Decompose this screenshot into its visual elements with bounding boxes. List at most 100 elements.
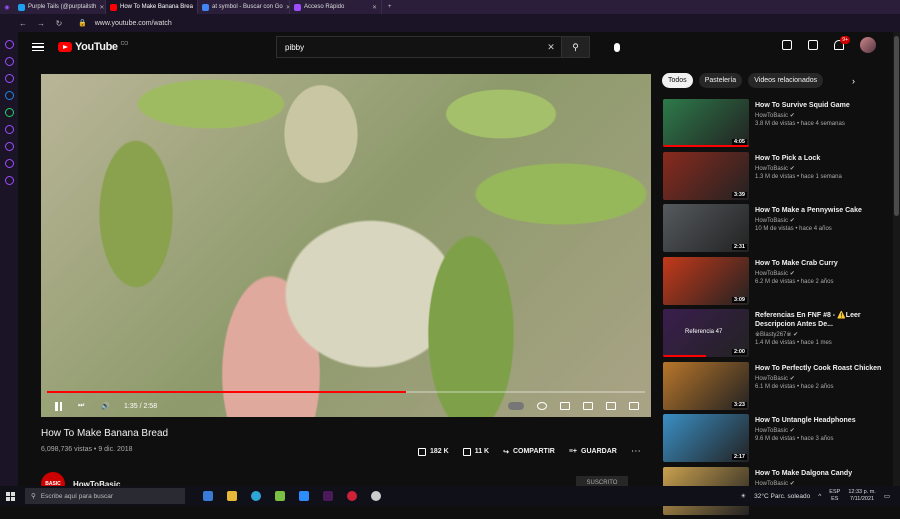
search-input[interactable]: pibby	[277, 43, 541, 52]
miniplayer-icon[interactable]	[560, 402, 570, 410]
close-tab-icon[interactable]: ✕	[372, 4, 377, 11]
speed-dial-icon[interactable]	[5, 40, 14, 49]
like-button[interactable]: 182 K	[418, 448, 449, 456]
recommendation-item[interactable]: 3:09 How To Make Crab Curry HowToBasic ✔ 6.…	[663, 257, 893, 310]
windows-start-icon[interactable]	[6, 492, 15, 501]
extensions-icon[interactable]	[5, 159, 14, 168]
page-scrollbar[interactable]	[893, 32, 900, 486]
language-indicator[interactable]: ESPES	[829, 489, 840, 503]
tray-chevron-icon[interactable]: ^	[818, 493, 821, 500]
player-icon[interactable]	[5, 125, 14, 134]
video-player[interactable]: ⏭ 🔊 1:35 / 2:58	[41, 74, 651, 417]
opera-gx-icon[interactable]	[347, 491, 357, 501]
recommendation-title[interactable]: Referencias En FNF #8 - ⚠️Leer Descripci…	[755, 311, 893, 329]
recommendation-item[interactable]: 3:39How To Pick a LockHowToBasic ✔1.3 M …	[663, 152, 893, 205]
recommendation-item[interactable]: 3:23 How To Perfectly Cook Roast Chicken H…	[663, 362, 893, 415]
upload-icon[interactable]	[782, 40, 792, 50]
browser-tab[interactable]: Purple Tails (@purptailsth✕	[14, 0, 106, 14]
recommendation-channel[interactable]: HowToBasic ✔	[755, 427, 856, 434]
video-progress-bar[interactable]	[47, 391, 645, 393]
weather-text[interactable]: 32°C Parc. soleado	[754, 493, 810, 500]
forward-icon[interactable]: →	[36, 19, 46, 28]
recommendation-channel[interactable]: HowToBasic ✔	[755, 112, 850, 119]
new-tab-button[interactable]: +	[388, 4, 392, 10]
dislike-button[interactable]: 11 K	[463, 448, 489, 456]
recommendation-item[interactable]: 2:17 How To Untangle Headphones HowToBasic…	[663, 414, 893, 467]
video-thumbnail[interactable]: 3:23	[663, 362, 749, 410]
chip[interactable]: Todos	[662, 73, 693, 88]
recommendation-channel[interactable]: HowToBasic ✔	[755, 270, 838, 277]
youtube-logo[interactable]: YouTube CO	[58, 41, 128, 53]
file-explorer-icon[interactable]	[227, 491, 237, 501]
settings-icon[interactable]	[5, 176, 14, 185]
search-button[interactable]: ⚲	[561, 37, 589, 57]
save-button[interactable]: ≡+GUARDAR	[569, 448, 617, 455]
messenger-icon[interactable]	[5, 91, 14, 100]
reload-icon[interactable]: ↻	[54, 19, 64, 28]
address-bar: ← → ↻ 🔒 www.youtube.com/watch	[0, 14, 900, 32]
recommendation-channel[interactable]: HowToBasic ✔	[755, 375, 881, 382]
twitch-icon[interactable]	[5, 74, 14, 83]
video-thumbnail[interactable]: 3:09	[663, 257, 749, 305]
next-icon[interactable]: ⏭	[78, 402, 87, 411]
recommendation-item[interactable]: Referencia 472:00 Referencias En FNF #8 -…	[663, 309, 893, 362]
browser-tab[interactable]: at symbol - Buscar con Go✕	[198, 0, 290, 14]
close-tab-icon[interactable]: ✕	[99, 4, 104, 11]
more-options-icon[interactable]: ⋯	[631, 446, 641, 457]
scrollbar-thumb[interactable]	[894, 36, 899, 216]
edge-icon[interactable]	[251, 491, 261, 501]
clock[interactable]: 12:33 p. m.7/11/2021	[848, 489, 876, 503]
recommendation-meta: 6.2 M de vistas • hace 2 años	[755, 279, 838, 285]
video-thumbnail[interactable]: 4:05	[663, 99, 749, 147]
share-button[interactable]: ↪COMPARTIR	[503, 448, 555, 456]
back-icon[interactable]: ←	[18, 19, 28, 28]
microphone-icon[interactable]	[614, 43, 620, 52]
clear-search-icon[interactable]: ✕	[541, 42, 561, 53]
recommendation-channel[interactable]: HowToBasic ✔	[755, 217, 862, 224]
settings-gear-icon[interactable]	[537, 402, 547, 410]
task-view-icon[interactable]	[203, 491, 213, 501]
video-actions: 182 K 11 K ↪COMPARTIR ≡+GUARDAR ⋯	[418, 446, 641, 457]
recommendation-title[interactable]: How To Pick a Lock	[755, 154, 842, 163]
taskbar-search[interactable]: ⚲Escribe aquí para buscar	[25, 488, 185, 504]
chip[interactable]: Pastelería	[699, 73, 743, 88]
recommendation-item[interactable]: 2:31 How To Make a Pennywise Cake HowToBas…	[663, 204, 893, 257]
steam-icon[interactable]	[371, 491, 381, 501]
hamburger-menu-icon[interactable]	[32, 43, 44, 52]
recommendation-channel[interactable]: ※Blasty267※ ✔	[755, 331, 893, 338]
shopping-icon[interactable]	[5, 57, 14, 66]
premiere-icon[interactable]	[323, 491, 333, 501]
recommendation-title[interactable]: How To Make a Pennywise Cake	[755, 206, 862, 215]
video-thumbnail[interactable]: Referencia 472:00	[663, 309, 749, 357]
chip[interactable]: Videos relacionados	[748, 73, 823, 88]
recommendation-item[interactable]: 4:05 How To Survive Squid Game HowToBasic …	[663, 99, 893, 152]
recommendation-title[interactable]: How To Perfectly Cook Roast Chicken	[755, 364, 881, 373]
fullscreen-icon[interactable]	[629, 402, 639, 410]
video-thumbnail[interactable]: 2:31	[663, 204, 749, 252]
notification-center-icon[interactable]: ▭	[884, 492, 890, 500]
autoplay-toggle[interactable]	[508, 402, 524, 410]
account-avatar[interactable]	[860, 37, 876, 53]
theater-mode-icon[interactable]	[583, 402, 593, 410]
recommendation-channel[interactable]: HowToBasic ✔	[755, 165, 842, 172]
apps-grid-icon[interactable]	[808, 40, 818, 50]
video-thumbnail[interactable]: 2:17	[663, 414, 749, 462]
recommendation-title[interactable]: How To Make Dalgona Candy	[755, 469, 852, 478]
browser-menu-icon[interactable]: ◉	[0, 4, 14, 11]
volume-icon[interactable]: 🔊	[101, 402, 110, 411]
recommendation-title[interactable]: How To Survive Squid Game	[755, 101, 850, 110]
video-thumbnail[interactable]: 3:39	[663, 152, 749, 200]
cast-icon[interactable]	[606, 402, 616, 410]
browser-tab[interactable]: How To Make Banana Brea✕	[106, 0, 198, 14]
app-icon[interactable]	[275, 491, 285, 501]
whatsapp-icon[interactable]	[5, 108, 14, 117]
pause-icon[interactable]	[55, 402, 64, 411]
recommendation-title[interactable]: How To Make Crab Curry	[755, 259, 838, 268]
history-icon[interactable]	[5, 142, 14, 151]
recommendation-title[interactable]: How To Untangle Headphones	[755, 416, 856, 425]
notifications-bell-icon[interactable]: 9+	[834, 40, 844, 50]
url-field[interactable]: www.youtube.com/watch	[95, 20, 172, 27]
chips-next-chevron-icon[interactable]: ›	[852, 76, 855, 86]
browser-tab[interactable]: Acceso Rápido✕	[290, 0, 382, 14]
zoom-icon[interactable]	[299, 491, 309, 501]
